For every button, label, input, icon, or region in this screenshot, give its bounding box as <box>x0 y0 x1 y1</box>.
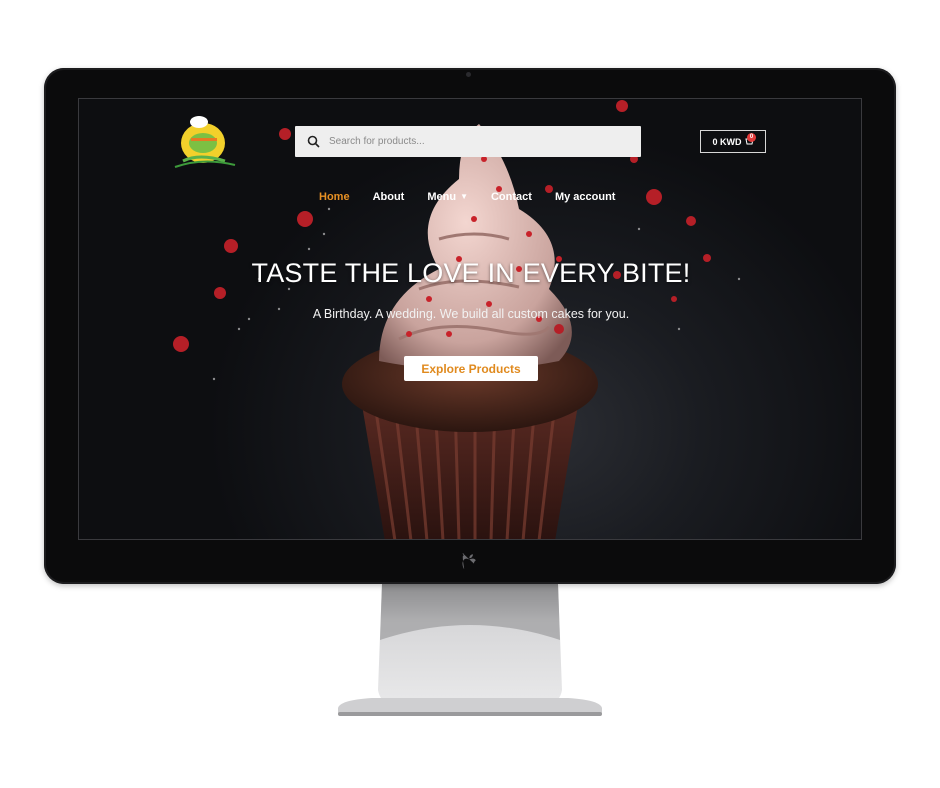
search-bar[interactable] <box>295 126 641 157</box>
nav-item-menu-label: Menu <box>427 191 457 203</box>
apple-logo-icon <box>462 553 476 570</box>
hero-title: TASTE THE LOVE IN EVERY BITE! <box>251 258 691 288</box>
nav-item-menu[interactable]: Menu ▼ <box>427 191 468 203</box>
website-screen: 0 KWD 0 Home About Menu▼ Contact My acco… <box>78 98 862 540</box>
main-nav: Home About Menu ▼ Contact My account <box>319 188 638 206</box>
search-icon <box>307 135 320 148</box>
hero-subtitle: A Birthday. A wedding. We build all cust… <box>312 307 630 321</box>
webcam <box>466 72 471 77</box>
cart-count-badge: 0 <box>747 133 756 142</box>
nav-item-my-account[interactable]: My account <box>555 191 616 203</box>
explore-products-button[interactable]: Explore Products <box>404 356 538 381</box>
cart-total: 0 KWD <box>712 136 742 147</box>
nav-item-home[interactable]: Home <box>319 191 350 203</box>
chevron-down-icon: ▼ <box>460 192 468 201</box>
nav-item-about[interactable]: About <box>373 191 405 203</box>
site-logo[interactable] <box>169 113 239 171</box>
cart-button[interactable]: 0 KWD 0 <box>700 130 766 153</box>
nav-item-contact[interactable]: Contact <box>491 191 532 203</box>
search-input[interactable] <box>327 135 631 148</box>
